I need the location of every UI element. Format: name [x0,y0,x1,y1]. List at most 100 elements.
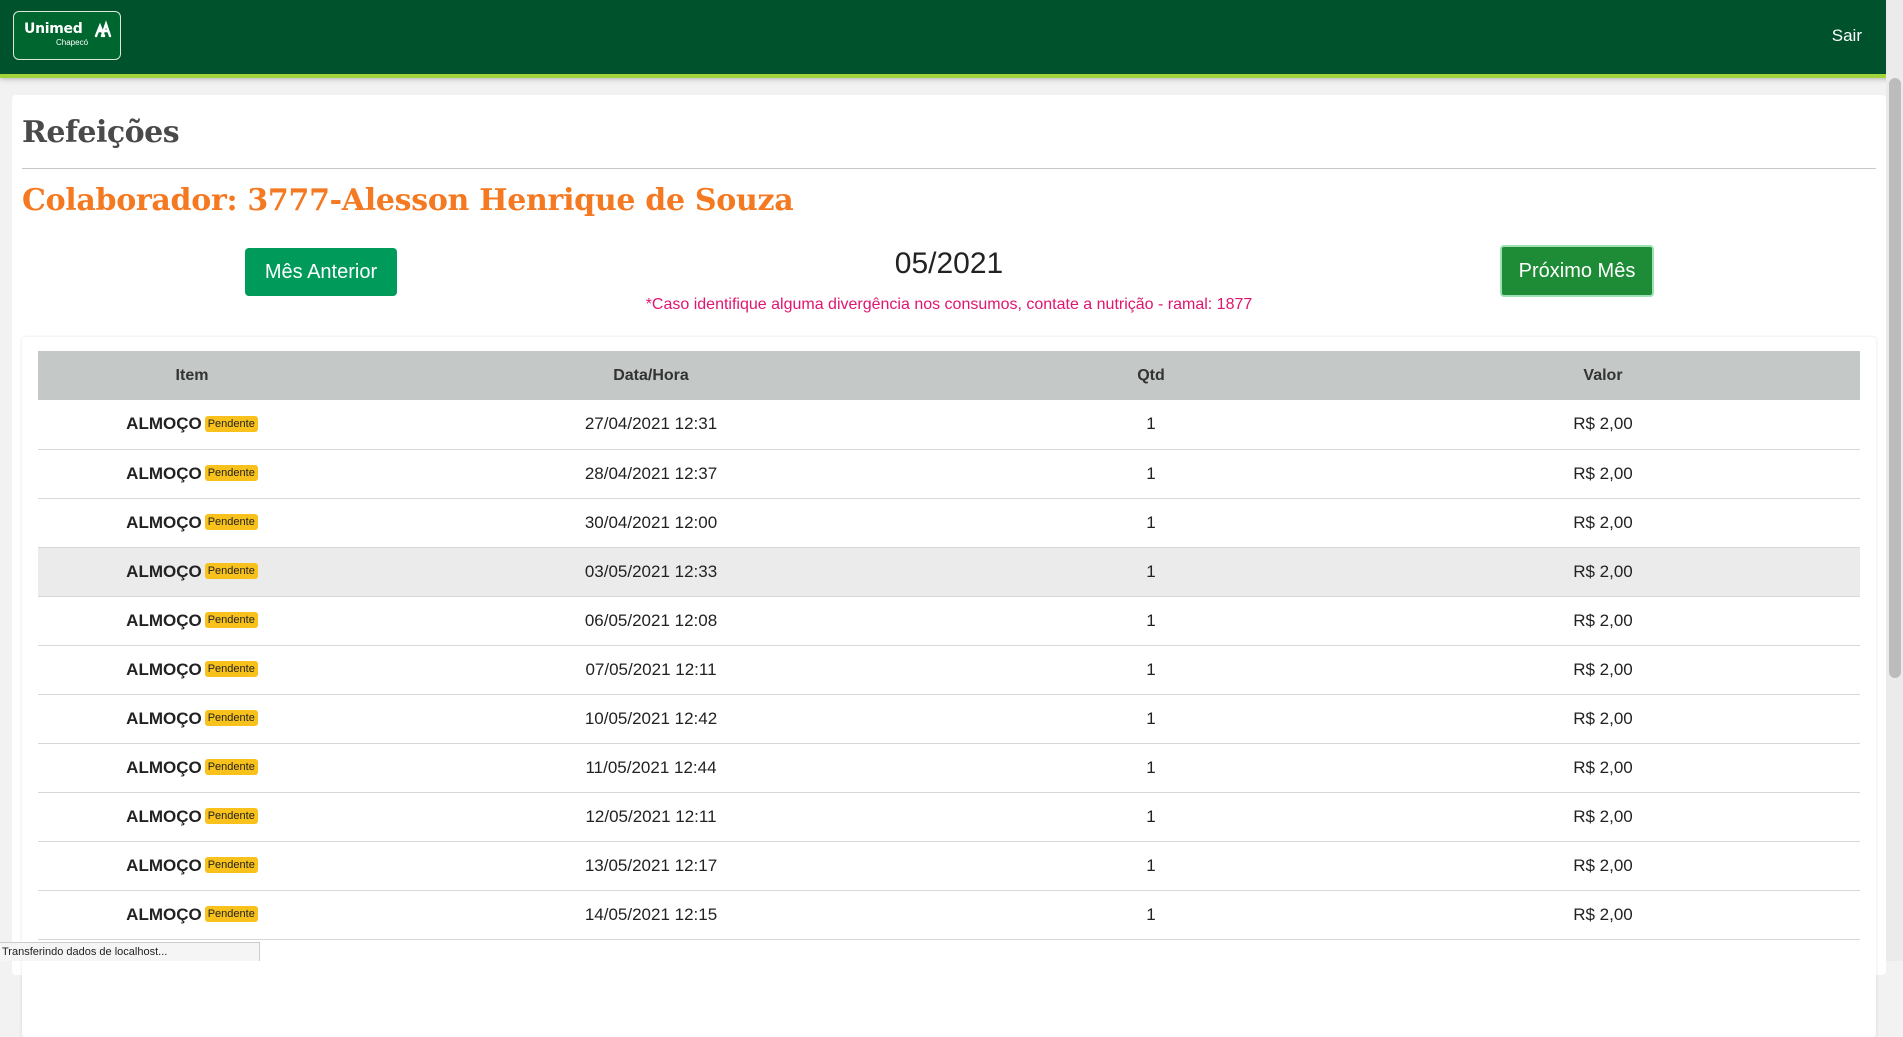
column-header-item: Item [175,366,209,384]
item-name: ALMOÇO [126,414,202,434]
cell-qty: 1 [1146,561,1156,581]
cell-item: ALMOÇO Pendente [38,645,346,694]
browser-status-bar: Transferindo dados de localhost... [0,942,260,961]
cell-qty: 1 [1146,659,1156,679]
status-badge: Pendente [204,415,258,432]
cell-value: R$ 2,00 [1573,659,1633,679]
table-row: ALMOÇO Pendente 30/04/2021 12:00 1 R$ 2,0… [38,498,1860,547]
cell-datetime: 06/05/2021 12:08 [584,610,718,630]
vertical-scrollbar[interactable] [1886,0,1903,961]
status-badge: Pendente [204,465,258,482]
cell-item: ALMOÇO Pendente [38,792,346,841]
cell-value: R$ 2,00 [1573,904,1633,924]
item-name: ALMOÇO [126,659,202,679]
column-header-qty: Qtd [1137,366,1165,384]
cell-value: R$ 2,00 [1573,757,1633,777]
cell-item: ALMOÇO Pendente [38,547,346,596]
cell-qty: 1 [1146,708,1156,728]
cell-value: R$ 2,00 [1573,561,1633,581]
item-name: ALMOÇO [126,512,202,532]
item-name: ALMOÇO [126,806,202,826]
main-panel: Refeições Colaborador: 3777-Alesson Henr… [12,95,1886,1037]
logout-link[interactable]: Sair [1832,26,1862,46]
cell-value: R$ 2,00 [1573,708,1633,728]
table-row: ALMOÇO Pendente 12/05/2021 12:11 1 R$ 2,0… [38,792,1860,841]
cell-qty: 1 [1146,512,1156,532]
cell-item: ALMOÇO Pendente [38,890,346,939]
table-row: ALMOÇO Pendente 03/05/2021 12:33 1 R$ 2,0… [38,547,1860,596]
logo-brand-text: Unimed [24,21,83,37]
item-name: ALMOÇO [126,757,202,777]
collaborator-heading: Colaborador: 3777-Alesson Henrique de So… [22,183,794,218]
status-badge: Pendente [204,661,258,678]
cell-item: ALMOÇO Pendente [38,498,346,547]
item-name: ALMOÇO [126,463,202,483]
unimed-mark-icon [94,20,112,38]
table-row: ALMOÇO Pendente 28/04/2021 12:37 1 R$ 2,0… [38,449,1860,498]
scrollbar-thumb[interactable] [1889,78,1901,678]
meals-table: Item Data/Hora Qtd Valor ALMOÇO Pendente … [38,351,1860,940]
cell-qty: 1 [1146,904,1156,924]
status-badge: Pendente [204,612,258,629]
cell-datetime: 12/05/2021 12:11 [585,806,717,826]
cell-value: R$ 2,00 [1573,806,1633,826]
cell-datetime: 30/04/2021 12:00 [584,512,718,532]
status-badge: Pendente [204,906,258,923]
table-row: ALMOÇO Pendente 07/05/2021 12:11 1 R$ 2,0… [38,645,1860,694]
cell-datetime: 27/04/2021 12:31 [584,414,718,434]
cell-item: ALMOÇO Pendente [38,449,346,498]
cell-item: ALMOÇO Pendente [38,841,346,890]
unimed-logo[interactable]: Unimed Chapecó [13,11,121,60]
cell-value: R$ 2,00 [1573,855,1633,875]
cell-qty: 1 [1146,414,1156,434]
item-name: ALMOÇO [126,610,202,630]
cell-item: ALMOÇO Pendente [38,400,346,449]
cell-value: R$ 2,00 [1573,414,1633,434]
status-badge: Pendente [204,759,258,776]
status-badge: Pendente [204,710,258,727]
table-row: ALMOÇO Pendente 13/05/2021 12:17 1 R$ 2,0… [38,841,1860,890]
cell-datetime: 10/05/2021 12:42 [584,708,718,728]
cell-datetime: 28/04/2021 12:37 [584,463,718,483]
divergence-note: *Caso identifique alguma divergência nos… [645,296,1253,313]
cell-datetime: 14/05/2021 12:15 [584,904,718,924]
item-name: ALMOÇO [126,561,202,581]
meals-table-card: Item Data/Hora Qtd Valor ALMOÇO Pendente … [22,337,1876,1037]
cell-qty: 1 [1146,463,1156,483]
cell-item: ALMOÇO Pendente [38,694,346,743]
logo-subtitle: Chapecó [56,38,89,47]
column-header-datetime: Data/Hora [613,366,689,384]
cell-qty: 1 [1146,806,1156,826]
page-title: Refeições [22,115,180,150]
status-badge: Pendente [204,563,258,580]
status-badge: Pendente [204,808,258,825]
status-badge: Pendente [204,857,258,874]
cell-item: ALMOÇO Pendente [38,743,346,792]
title-divider [22,168,1876,169]
column-header-value: Valor [1583,366,1623,384]
cell-datetime: 03/05/2021 12:33 [584,561,718,581]
table-row: ALMOÇO Pendente 10/05/2021 12:42 1 R$ 2,0… [38,694,1860,743]
table-row: ALMOÇO Pendente 11/05/2021 12:44 1 R$ 2,0… [38,743,1860,792]
cell-qty: 1 [1146,757,1156,777]
cell-value: R$ 2,00 [1573,463,1633,483]
cell-datetime: 07/05/2021 12:11 [585,659,717,679]
cell-value: R$ 2,00 [1573,610,1633,630]
item-name: ALMOÇO [126,708,202,728]
cell-datetime: 13/05/2021 12:17 [584,855,718,875]
cell-item: ALMOÇO Pendente [38,596,346,645]
cell-datetime: 11/05/2021 12:44 [585,757,717,777]
status-badge: Pendente [204,514,258,531]
item-name: ALMOÇO [126,855,202,875]
table-header-row: Item Data/Hora Qtd Valor [38,351,1860,400]
cell-qty: 1 [1146,610,1156,630]
table-row: ALMOÇO Pendente 27/04/2021 12:31 1 R$ 2,0… [38,400,1860,449]
header-accent-line [0,74,1903,78]
table-row: ALMOÇO Pendente 14/05/2021 12:15 1 R$ 2,0… [38,890,1860,939]
table-row: ALMOÇO Pendente 06/05/2021 12:08 1 R$ 2,0… [38,596,1860,645]
cell-qty: 1 [1146,855,1156,875]
top-navbar: Unimed Chapecó Sair [0,0,1903,76]
item-name: ALMOÇO [126,904,202,924]
cell-value: R$ 2,00 [1573,512,1633,532]
next-month-button[interactable]: Próximo Mês [1500,245,1654,297]
